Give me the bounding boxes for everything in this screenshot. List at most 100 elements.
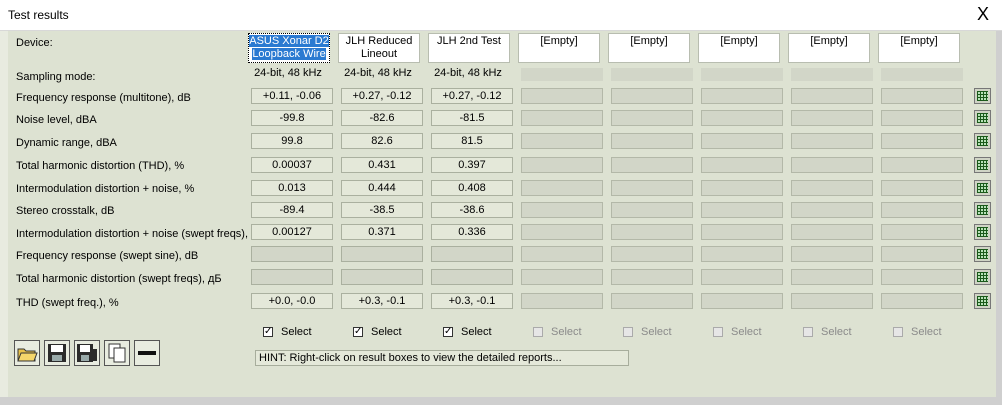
result-box[interactable]: +0.11, -0.06: [251, 88, 333, 104]
result-box[interactable]: 0.444: [341, 180, 423, 196]
select-checkbox-5[interactable]: Select: [623, 326, 703, 340]
result-box[interactable]: -82.6: [341, 110, 423, 126]
result-box[interactable]: [431, 246, 513, 262]
result-box[interactable]: [791, 202, 873, 218]
result-box[interactable]: [701, 110, 783, 126]
device-header-7[interactable]: [Empty]: [788, 33, 870, 63]
device-header-2[interactable]: JLH Reduced Lineout: [338, 33, 420, 63]
result-box[interactable]: -38.5: [341, 202, 423, 218]
result-box[interactable]: [791, 246, 873, 262]
result-box[interactable]: [791, 133, 873, 149]
result-box[interactable]: +0.27, -0.12: [431, 88, 513, 104]
result-box[interactable]: [701, 246, 783, 262]
copy-button[interactable]: [104, 340, 130, 366]
result-box[interactable]: [521, 180, 603, 196]
result-box[interactable]: [521, 293, 603, 309]
result-box[interactable]: [251, 269, 333, 285]
report-grid-icon[interactable]: [974, 88, 991, 104]
result-box[interactable]: 0.00127: [251, 224, 333, 240]
result-box[interactable]: [611, 110, 693, 126]
result-box[interactable]: +0.0, -0.0: [251, 293, 333, 309]
result-box[interactable]: [521, 224, 603, 240]
result-box[interactable]: 99.8: [251, 133, 333, 149]
save-as-button[interactable]: [74, 340, 100, 366]
result-box[interactable]: [701, 202, 783, 218]
result-box[interactable]: [611, 293, 693, 309]
result-box[interactable]: [611, 246, 693, 262]
result-box[interactable]: 82.6: [341, 133, 423, 149]
result-box[interactable]: [611, 88, 693, 104]
report-grid-icon[interactable]: [974, 133, 991, 149]
report-grid-icon[interactable]: [974, 157, 991, 173]
result-box[interactable]: 0.336: [431, 224, 513, 240]
result-box[interactable]: [341, 246, 423, 262]
result-box[interactable]: [701, 88, 783, 104]
result-box[interactable]: [701, 157, 783, 173]
report-grid-icon[interactable]: [974, 269, 991, 285]
result-box[interactable]: [611, 269, 693, 285]
result-box[interactable]: [251, 246, 333, 262]
result-box[interactable]: [611, 224, 693, 240]
result-box[interactable]: -81.5: [431, 110, 513, 126]
report-grid-icon[interactable]: [974, 202, 991, 218]
result-box[interactable]: [791, 180, 873, 196]
result-box[interactable]: [791, 157, 873, 173]
select-checkbox-6[interactable]: Select: [713, 326, 793, 340]
result-box[interactable]: 0.431: [341, 157, 423, 173]
result-box[interactable]: [521, 110, 603, 126]
result-box[interactable]: [791, 293, 873, 309]
device-header-4[interactable]: [Empty]: [518, 33, 600, 63]
result-box[interactable]: [611, 202, 693, 218]
result-box[interactable]: [701, 224, 783, 240]
device-header-1[interactable]: ASUS Xonar D2 Loopback Wire: [248, 33, 330, 63]
result-box[interactable]: [791, 110, 873, 126]
report-grid-icon[interactable]: [974, 110, 991, 126]
result-box[interactable]: [791, 224, 873, 240]
result-box[interactable]: [701, 293, 783, 309]
result-box[interactable]: -89.4: [251, 202, 333, 218]
select-checkbox-3[interactable]: ✓ Select: [443, 326, 523, 340]
result-box[interactable]: [701, 269, 783, 285]
result-box[interactable]: +0.3, -0.1: [431, 293, 513, 309]
result-box[interactable]: 0.408: [431, 180, 513, 196]
result-box[interactable]: [881, 180, 963, 196]
result-box[interactable]: [611, 157, 693, 173]
result-box[interactable]: 0.397: [431, 157, 513, 173]
result-box[interactable]: [881, 269, 963, 285]
result-box[interactable]: [881, 88, 963, 104]
result-box[interactable]: [881, 246, 963, 262]
result-box[interactable]: +0.3, -0.1: [341, 293, 423, 309]
report-grid-icon[interactable]: [974, 180, 991, 196]
open-folder-button[interactable]: [14, 340, 40, 366]
result-box[interactable]: 0.371: [341, 224, 423, 240]
result-box[interactable]: [431, 269, 513, 285]
result-box[interactable]: [521, 202, 603, 218]
result-box[interactable]: [521, 88, 603, 104]
minus-button[interactable]: [134, 340, 160, 366]
device-header-3[interactable]: JLH 2nd Test: [428, 33, 510, 63]
result-box[interactable]: [881, 202, 963, 218]
device-header-8[interactable]: [Empty]: [878, 33, 960, 63]
result-box[interactable]: [521, 133, 603, 149]
select-checkbox-7[interactable]: Select: [803, 326, 883, 340]
save-button[interactable]: [44, 340, 70, 366]
result-box[interactable]: [341, 269, 423, 285]
result-box[interactable]: 0.00037: [251, 157, 333, 173]
device-header-6[interactable]: [Empty]: [698, 33, 780, 63]
close-icon[interactable]: X: [974, 4, 992, 24]
report-grid-icon[interactable]: [974, 293, 991, 309]
result-box[interactable]: 0.013: [251, 180, 333, 196]
select-checkbox-2[interactable]: ✓ Select: [353, 326, 433, 340]
report-grid-icon[interactable]: [974, 246, 991, 262]
device-header-5[interactable]: [Empty]: [608, 33, 690, 63]
result-box[interactable]: 81.5: [431, 133, 513, 149]
result-box[interactable]: [701, 133, 783, 149]
result-box[interactable]: [611, 133, 693, 149]
result-box[interactable]: [521, 157, 603, 173]
result-box[interactable]: -99.8: [251, 110, 333, 126]
result-box[interactable]: [701, 180, 783, 196]
result-box[interactable]: [521, 246, 603, 262]
result-box[interactable]: [881, 133, 963, 149]
result-box[interactable]: [791, 88, 873, 104]
result-box[interactable]: [881, 293, 963, 309]
